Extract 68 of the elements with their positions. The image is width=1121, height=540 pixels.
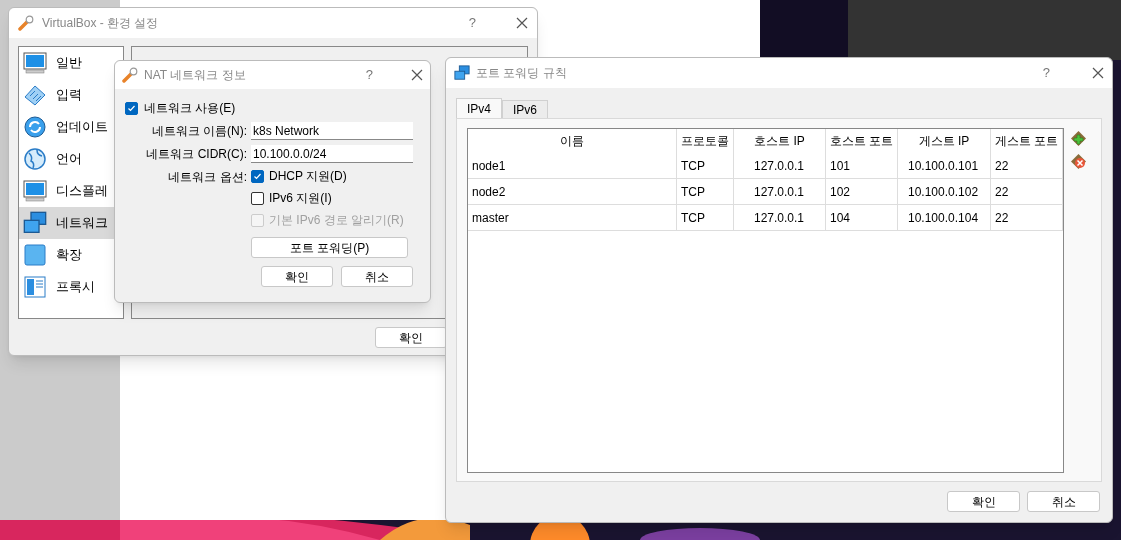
network-icon [454, 65, 470, 81]
wrench-icon [122, 67, 138, 83]
table-cell: 22 [991, 205, 1063, 230]
square-icon [23, 243, 47, 267]
table-cell: node1 [468, 153, 677, 178]
window-title: VirtualBox - 환경 설정 [42, 15, 159, 32]
checkbox[interactable] [251, 191, 264, 205]
ok-button[interactable]: 확인 [375, 327, 447, 348]
window-title: 포트 포워딩 규칙 [476, 65, 567, 82]
checkbox[interactable] [251, 169, 264, 183]
checkbox-label: 네트워크 사용(E) [144, 100, 236, 117]
column-header[interactable]: 프로토콜 [677, 129, 734, 153]
cancel-button[interactable]: 취소 [1027, 491, 1100, 512]
table-cell: 22 [991, 179, 1063, 204]
table-cell: 10.100.0.104 [898, 205, 991, 230]
monitor-icon [23, 179, 47, 203]
checkbox-label: IPv6 지원(I) [269, 190, 332, 207]
tab[interactable]: IPv4 [456, 98, 502, 118]
table-cell: TCP [677, 205, 734, 230]
table-cell: TCP [677, 179, 734, 204]
help-button[interactable]: ? [468, 13, 476, 33]
field-label: 네트워크 CIDR(C): [145, 146, 248, 163]
text-field[interactable]: k8s Network [251, 122, 413, 140]
checkbox-label: DHCP 지원(D) [269, 168, 347, 185]
table-cell: node2 [468, 179, 677, 204]
window-title: NAT 네트워크 정보 [144, 67, 246, 84]
panel-icon [23, 275, 47, 299]
table-cell: 101 [826, 153, 898, 178]
column-header[interactable]: 호스트 IP [734, 129, 826, 153]
table-cell: 127.0.0.1 [734, 205, 826, 230]
close-icon[interactable] [516, 17, 528, 29]
checkmark-icon [253, 171, 262, 181]
network-icon [23, 211, 47, 235]
column-header[interactable]: 게스트 포트 [991, 129, 1063, 153]
checkbox-label: 기본 IPv6 경로 알리기(R) [269, 212, 404, 229]
globe-icon [23, 147, 47, 171]
add-icon[interactable] [1070, 130, 1087, 147]
close-icon[interactable] [411, 69, 423, 81]
close-icon[interactable] [1092, 67, 1104, 79]
help-button[interactable]: ? [1042, 63, 1050, 83]
table-cell: 102 [826, 179, 898, 204]
monitor-icon [23, 51, 47, 75]
table-cell: 10.100.0.101 [898, 153, 991, 178]
table-cell: 127.0.0.1 [734, 153, 826, 178]
table-cell: 22 [991, 153, 1063, 178]
column-header[interactable]: 이름 [468, 129, 677, 153]
tab[interactable]: IPv6 [502, 100, 549, 118]
keyboard-icon [23, 83, 47, 107]
table-cell: TCP [677, 153, 734, 178]
remove-icon[interactable] [1070, 153, 1087, 170]
help-button[interactable]: ? [365, 65, 373, 85]
column-header[interactable]: 게스트 IP [898, 129, 991, 153]
ok-button[interactable]: 확인 [947, 491, 1020, 512]
checkbox[interactable] [125, 101, 138, 115]
wrench-icon [18, 15, 34, 31]
checkmark-icon [127, 103, 136, 113]
port-forwarding-button[interactable]: 포트 포워딩(P) [251, 237, 408, 258]
cancel-button[interactable]: 취소 [341, 266, 413, 287]
table-cell: master [468, 205, 677, 230]
field-label: 네트워크 옵션: [167, 169, 248, 186]
refresh-icon [23, 115, 47, 139]
text-field[interactable]: 10.100.0.0/24 [251, 145, 413, 163]
column-header[interactable]: 호스트 포트 [826, 129, 898, 153]
table-cell: 104 [826, 205, 898, 230]
table-cell: 10.100.0.102 [898, 179, 991, 204]
ok-button[interactable]: 확인 [261, 266, 333, 287]
table-cell: 127.0.0.1 [734, 179, 826, 204]
field-label: 네트워크 이름(N): [150, 123, 248, 140]
